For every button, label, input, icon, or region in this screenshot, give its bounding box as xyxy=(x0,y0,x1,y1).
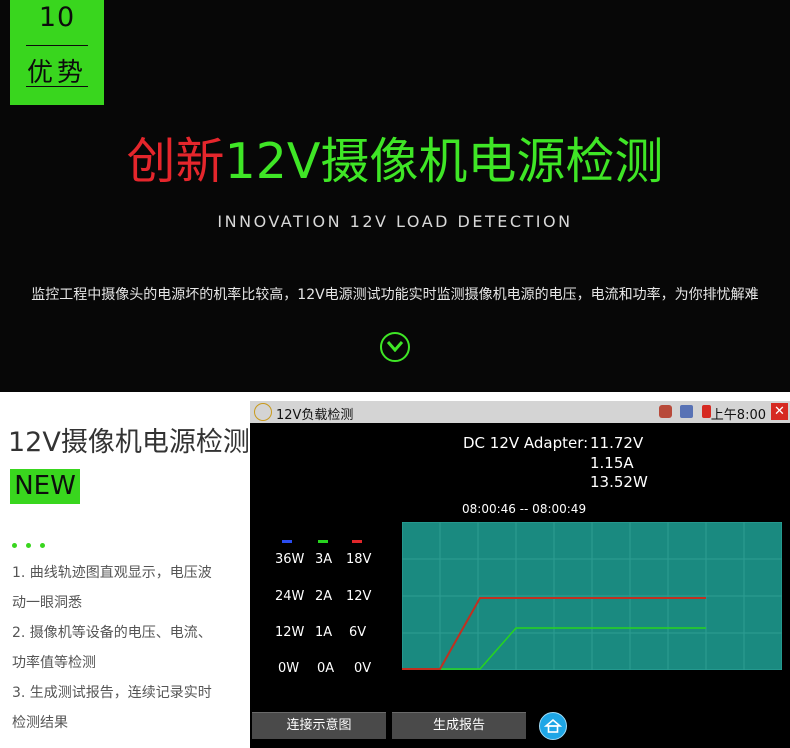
page-headline: 创新12V摄像机电源检测 xyxy=(0,132,790,192)
time-range: 08:00:46 -- 08:00:49 xyxy=(462,502,587,516)
legend-power xyxy=(282,540,292,543)
headline-red: 创新 xyxy=(126,133,225,190)
voltage-readout: 11.72V xyxy=(590,434,644,452)
badge-word: 优势 xyxy=(26,58,87,88)
window-title: 12V负载检测 xyxy=(276,408,354,423)
network-icon xyxy=(680,405,693,418)
scroll-down-icon[interactable] xyxy=(380,332,410,362)
hero-banner: 10 优势 创新12V摄像机电源检测 INNOVATION 12V LOAD D… xyxy=(0,0,790,392)
page-description: 监控工程中摄像头的电源坏的机率比较高，12V电源测试功能实时监测摄像机电源的电压… xyxy=(31,287,759,303)
gauge-icon xyxy=(254,403,272,421)
feature-title: 12V摄像机电源检测 xyxy=(8,427,250,458)
generate-report-button[interactable]: 生成报告 xyxy=(392,712,526,739)
trend-chart xyxy=(402,522,782,670)
feature-line: 动一眼洞悉 xyxy=(12,595,82,611)
legend-current xyxy=(318,540,328,543)
voltage-tick: 18V xyxy=(346,552,372,567)
connection-diagram-button[interactable]: 连接示意图 xyxy=(252,712,386,739)
badge-divider-top xyxy=(26,45,88,46)
current-tick: 2A xyxy=(315,589,333,604)
power-tick: 12W xyxy=(275,625,305,640)
close-button[interactable]: ✕ xyxy=(771,403,788,420)
badge-number: 10 xyxy=(38,2,76,33)
page-subhead: INNOVATION 12V LOAD DETECTION xyxy=(217,212,573,231)
status-clock: 上午8:00 xyxy=(710,408,766,423)
new-badge: NEW xyxy=(10,469,80,504)
feature-line: 2. 摄像机等设备的电压、电流、 xyxy=(12,625,212,641)
dots-decoration xyxy=(12,533,54,552)
voltage-tick: 12V xyxy=(346,589,372,604)
power-readout: 13.52W xyxy=(590,473,648,491)
power-tick: 0W xyxy=(278,661,300,676)
advantage-badge: 10 优势 xyxy=(10,0,104,105)
feature-line: 功率值等检测 xyxy=(12,655,96,671)
voltage-tick: 0V xyxy=(354,661,372,676)
current-readout: 1.15A xyxy=(590,454,634,472)
feature-line: 1. 曲线轨迹图直观显示，电压波 xyxy=(12,565,212,581)
device-screen: 12V负载检测 上午8:00 ✕ DC 12V Adapter: 11.72V … xyxy=(250,401,790,748)
adapter-label: DC 12V Adapter: xyxy=(463,434,589,452)
current-tick: 1A xyxy=(315,625,333,640)
device-titlebar: 12V负载检测 上午8:00 ✕ xyxy=(250,401,790,423)
battery-icon xyxy=(702,405,711,418)
headline-green: 12V摄像机电源检测 xyxy=(224,133,664,190)
feature-line: 检测结果 xyxy=(12,715,68,731)
current-tick: 3A xyxy=(315,552,333,567)
power-tick: 36W xyxy=(275,552,305,567)
badge-divider-bottom xyxy=(26,86,88,87)
feature-line: 3. 生成测试报告，连续记录实时 xyxy=(12,685,212,701)
record-icon xyxy=(659,405,672,418)
legend-voltage xyxy=(352,540,362,543)
current-tick: 0A xyxy=(317,661,335,676)
home-icon[interactable] xyxy=(539,712,567,740)
power-tick: 24W xyxy=(275,589,305,604)
voltage-tick: 6V xyxy=(349,625,367,640)
